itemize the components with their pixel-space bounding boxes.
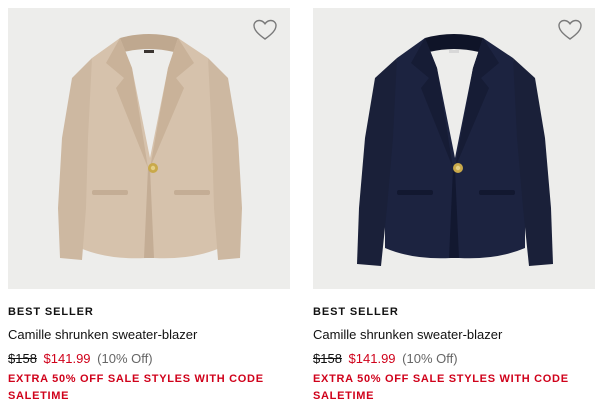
sale-price: $141.99	[43, 351, 91, 366]
price-row: $158 $141.99 (10% Off)	[8, 351, 290, 367]
discount-percent: (10% Off)	[402, 351, 458, 366]
product-card[interactable]: BEST SELLER Camille shrunken sweater-bla…	[313, 8, 595, 403]
price-row: $158 $141.99 (10% Off)	[313, 351, 595, 367]
blazer-image-navy	[313, 8, 595, 289]
promo-message: EXTRA 50% OFF SALE STYLES WITH CODE SALE…	[313, 373, 569, 402]
product-card[interactable]: BEST SELLER Camille shrunken sweater-bla…	[8, 8, 290, 403]
sale-price: $141.99	[348, 351, 396, 366]
product-image[interactable]	[8, 8, 290, 289]
original-price: $158	[313, 351, 342, 366]
heart-outline-icon[interactable]	[557, 18, 583, 42]
product-image[interactable]	[313, 8, 595, 289]
original-price: $158	[8, 351, 37, 366]
best-seller-badge: BEST SELLER	[8, 306, 94, 318]
discount-percent: (10% Off)	[97, 351, 153, 366]
heart-outline-icon[interactable]	[252, 18, 278, 42]
product-name[interactable]: Camille shrunken sweater-blazer	[313, 327, 595, 343]
blazer-image-beige	[8, 8, 290, 289]
product-grid: BEST SELLER Camille shrunken sweater-bla…	[0, 0, 604, 403]
best-seller-badge: BEST SELLER	[313, 306, 399, 318]
product-name[interactable]: Camille shrunken sweater-blazer	[8, 327, 290, 343]
promo-message: EXTRA 50% OFF SALE STYLES WITH CODE SALE…	[8, 373, 264, 402]
